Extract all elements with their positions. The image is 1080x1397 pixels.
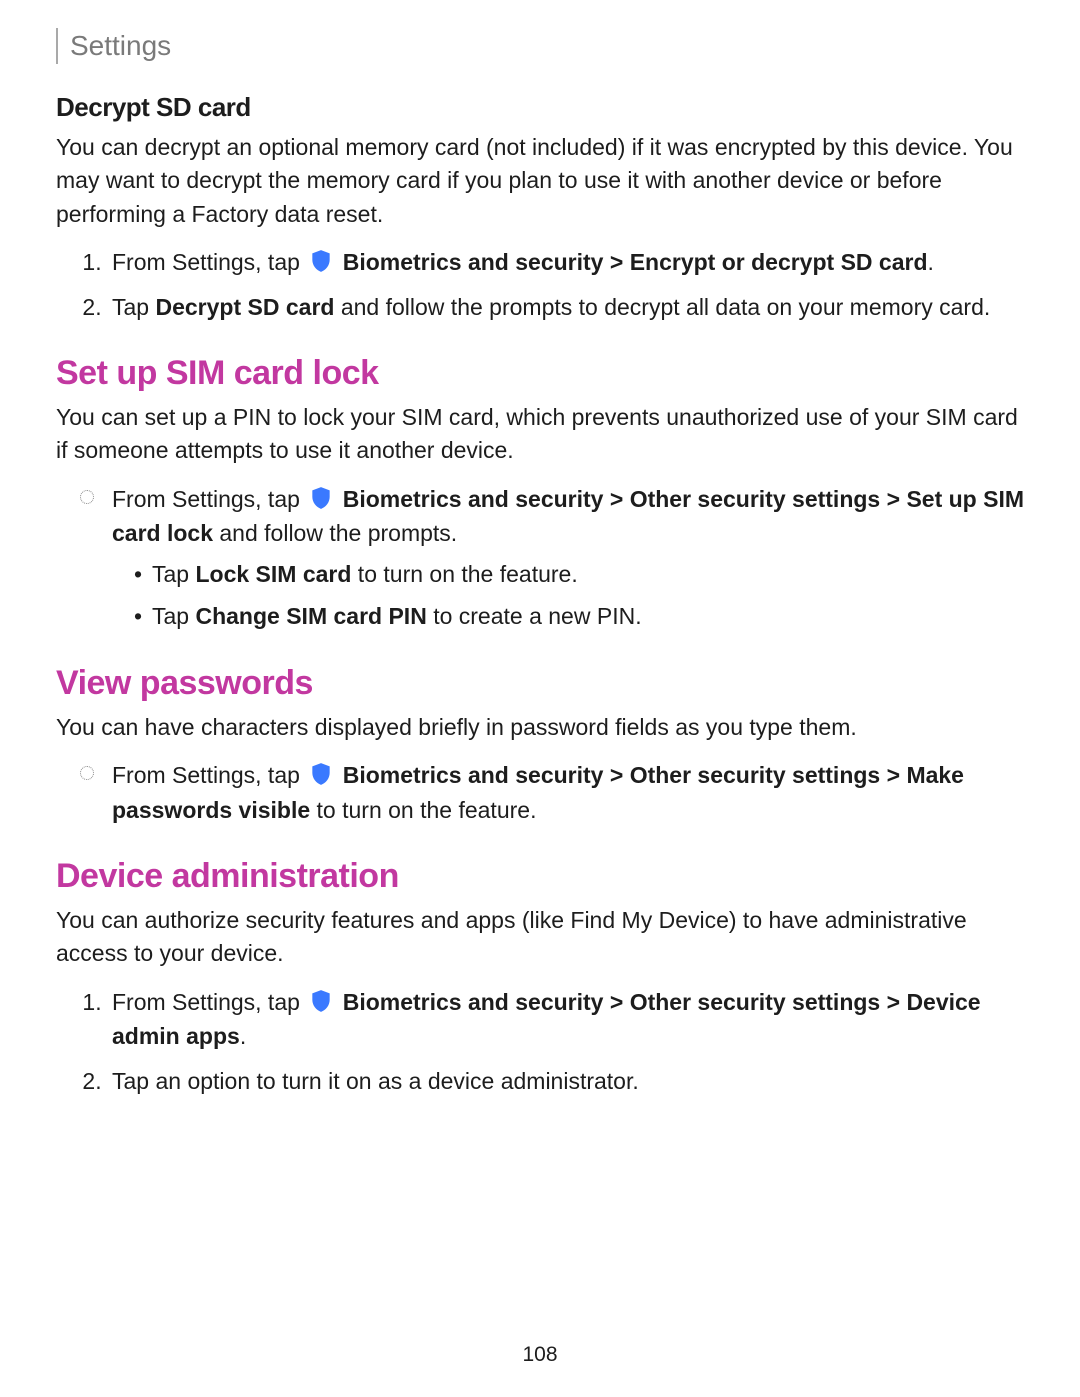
heading-view-passwords: View passwords	[56, 664, 1024, 703]
text-from-settings: From Settings, tap	[112, 249, 300, 275]
text-from-settings: From Settings, tap	[112, 762, 300, 788]
paragraph-sim-intro: You can set up a PIN to lock your SIM ca…	[56, 401, 1024, 468]
text-tap: Tap	[152, 603, 195, 629]
list-device-admin-steps: From Settings, tap Biometrics and securi…	[56, 985, 1024, 1099]
text-chevron: >	[880, 989, 906, 1015]
list-item: From Settings, tap Biometrics and securi…	[108, 245, 1024, 280]
text-other-security: Other security settings	[630, 762, 881, 788]
text-chevron: >	[603, 486, 629, 512]
text-biometrics: Biometrics and security	[336, 486, 603, 512]
shield-icon	[308, 485, 334, 511]
text-decrypt-sd-bold: Decrypt SD card	[155, 294, 334, 320]
header-divider	[56, 28, 58, 64]
list-item: Tap Change SIM card PIN to create a new …	[152, 599, 1024, 634]
document-page: Settings Decrypt SD card You can decrypt…	[0, 0, 1080, 1397]
list-sim-subitems: Tap Lock SIM card to turn on the feature…	[112, 557, 1024, 634]
list-decrypt-steps: From Settings, tap Biometrics and securi…	[56, 245, 1024, 324]
text-tail: to create a new PIN.	[427, 603, 642, 629]
text-tail: to turn on the feature.	[351, 561, 577, 587]
heading-sim-card-lock: Set up SIM card lock	[56, 354, 1024, 393]
text-biometrics: Biometrics and security	[336, 249, 603, 275]
list-item: From Settings, tap Biometrics and securi…	[108, 758, 1024, 827]
list-item: From Settings, tap Biometrics and securi…	[108, 985, 1024, 1054]
text-chevron: >	[603, 249, 629, 275]
text-from-settings: From Settings, tap	[112, 486, 300, 512]
text-biometrics: Biometrics and security	[336, 762, 603, 788]
text-decrypt-tail: and follow the prompts to decrypt all da…	[334, 294, 990, 320]
text-sim-tail: and follow the prompts.	[213, 520, 457, 546]
text-tail: to turn on the feature.	[310, 797, 536, 823]
text-tap: Tap	[152, 561, 195, 587]
text-chevron: >	[880, 486, 906, 512]
list-sim-steps: From Settings, tap Biometrics and securi…	[56, 482, 1024, 634]
list-item: From Settings, tap Biometrics and securi…	[108, 482, 1024, 634]
list-item: Tap an option to turn it on as a device …	[108, 1064, 1024, 1099]
text-step2: Tap an option to turn it on as a device …	[112, 1068, 639, 1094]
paragraph-decrypt-intro: You can decrypt an optional memory card …	[56, 131, 1024, 231]
text-chevron: >	[880, 762, 906, 788]
shield-icon	[308, 761, 334, 787]
page-header: Settings	[56, 28, 1024, 64]
text-tail: .	[240, 1023, 246, 1049]
list-view-pw-steps: From Settings, tap Biometrics and securi…	[56, 758, 1024, 827]
list-item: Tap Decrypt SD card and follow the promp…	[108, 290, 1024, 325]
shield-icon	[308, 248, 334, 274]
text-biometrics: Biometrics and security	[336, 989, 603, 1015]
shield-icon	[308, 988, 334, 1014]
breadcrumb-title: Settings	[70, 30, 171, 62]
text-period: .	[928, 249, 934, 275]
text-encrypt-decrypt-sd: Encrypt or decrypt SD card	[630, 249, 928, 275]
text-change-sim-pin: Change SIM card PIN	[195, 603, 426, 629]
text-chevron: >	[603, 989, 629, 1015]
text-tap: Tap	[112, 294, 155, 320]
text-chevron: >	[603, 762, 629, 788]
heading-decrypt-sd-card: Decrypt SD card	[56, 92, 1024, 123]
paragraph-device-admin-intro: You can authorize security features and …	[56, 904, 1024, 971]
text-from-settings: From Settings, tap	[112, 989, 300, 1015]
heading-device-administration: Device administration	[56, 857, 1024, 896]
text-other-security: Other security settings	[630, 989, 881, 1015]
list-item: Tap Lock SIM card to turn on the feature…	[152, 557, 1024, 592]
page-number: 108	[0, 1343, 1080, 1367]
paragraph-view-pw-intro: You can have characters displayed briefl…	[56, 711, 1024, 744]
text-other-security: Other security settings	[630, 486, 881, 512]
text-lock-sim-card: Lock SIM card	[195, 561, 351, 587]
